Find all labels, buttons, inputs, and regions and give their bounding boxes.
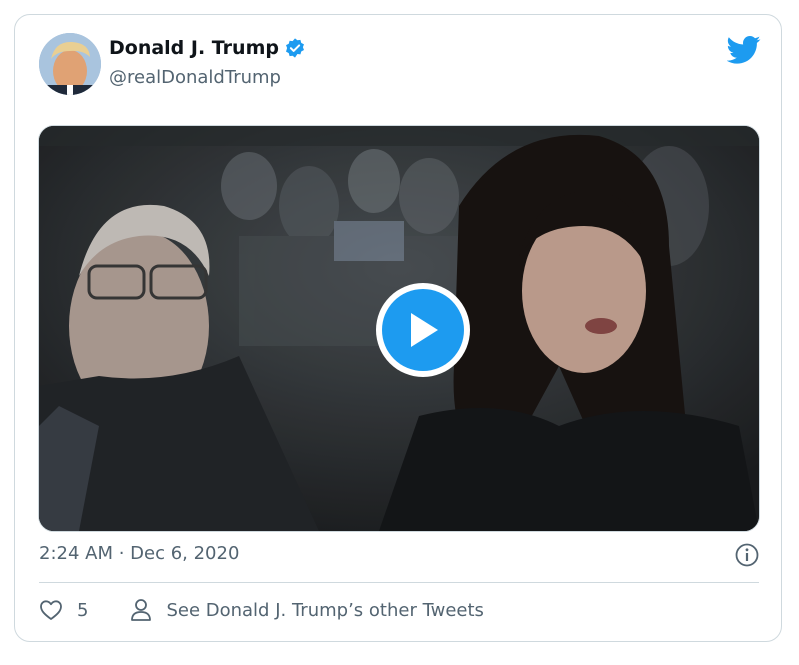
play-button[interactable] [376, 283, 470, 377]
other-tweets-link[interactable]: See Donald J. Trump’s other Tweets [130, 598, 484, 622]
video-player[interactable] [38, 125, 760, 532]
author-name[interactable]: Donald J. Trump [109, 37, 279, 59]
play-icon [411, 313, 438, 347]
user-icon [131, 599, 152, 621]
heart-icon[interactable] [39, 598, 63, 622]
tweet-timestamp[interactable]: 2:24 AM · Dec 6, 2020 [39, 543, 239, 564]
other-tweets-label[interactable]: See Donald J. Trump’s other Tweets [166, 600, 483, 621]
author-handle[interactable]: @realDonaldTrump [109, 67, 281, 88]
divider [39, 582, 759, 583]
verified-badge-icon [286, 38, 304, 58]
like-count: 5 [77, 599, 89, 621]
info-icon[interactable] [735, 543, 759, 567]
tweet-card[interactable]: Donald J. Trump @realDonaldTrump 2:24 AM… [14, 14, 782, 642]
twitter-bird-icon[interactable] [727, 35, 761, 65]
avatar[interactable] [39, 33, 101, 95]
